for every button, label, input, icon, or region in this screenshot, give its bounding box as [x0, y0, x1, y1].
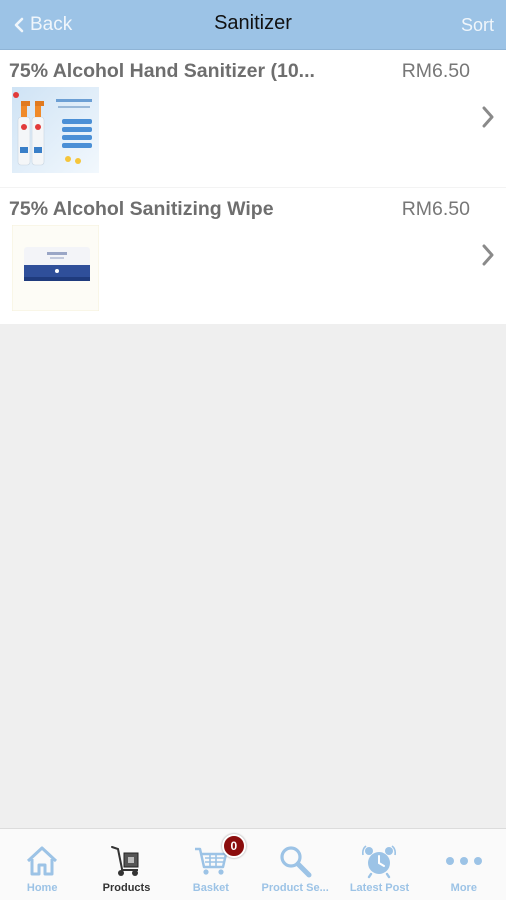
more-dots-icon: [445, 857, 482, 865]
tab-latest-post[interactable]: Latest Post: [337, 829, 421, 900]
product-image-hand-sanitizer: [12, 87, 99, 173]
product-list: 75% Alcohol Hand Sanitizer (10... RM6.50: [0, 50, 506, 324]
tab-label: Home: [26, 882, 58, 894]
tab-product-search[interactable]: Product Se...: [253, 829, 337, 900]
product-price: RM6.50: [401, 198, 470, 220]
sort-button[interactable]: Sort: [461, 15, 494, 36]
tab-home[interactable]: Home: [0, 829, 84, 900]
product-name: 75% Alcohol Hand Sanitizer (10...: [9, 60, 315, 82]
tab-products[interactable]: Products: [84, 829, 168, 900]
tab-label: Product Se...: [261, 882, 329, 894]
search-icon: [280, 846, 312, 878]
chevron-right-icon: [482, 244, 494, 266]
tab-more[interactable]: More: [422, 829, 506, 900]
product-row[interactable]: 75% Alcohol Sanitizing Wipe RM6.50: [0, 187, 506, 324]
basket-count-badge: 0: [221, 834, 246, 858]
home-icon: [27, 846, 58, 876]
app-screen: Back Sanitizer Sort 75% Alcohol Hand San…: [0, 0, 506, 900]
product-image-sanitizing-wipe: [12, 225, 99, 311]
products-cart-icon: [111, 846, 139, 876]
tab-label: More: [450, 882, 477, 894]
tab-label: Basket: [192, 882, 229, 894]
alarm-clock-icon: [362, 845, 397, 879]
tab-basket[interactable]: 0 Basket: [169, 829, 253, 900]
chevron-right-icon: [482, 106, 494, 128]
tab-label: Latest Post: [349, 882, 410, 894]
product-price: RM6.50: [401, 60, 470, 82]
navigation-bar: Back Sanitizer Sort: [0, 0, 506, 50]
product-name: 75% Alcohol Sanitizing Wipe: [9, 198, 274, 220]
product-row[interactable]: 75% Alcohol Hand Sanitizer (10... RM6.50: [0, 50, 506, 187]
tab-bar: Home Products 0 Basket Product Se... Lat…: [0, 828, 506, 900]
page-title: Sanitizer: [214, 12, 292, 34]
tab-label: Products: [102, 882, 151, 894]
